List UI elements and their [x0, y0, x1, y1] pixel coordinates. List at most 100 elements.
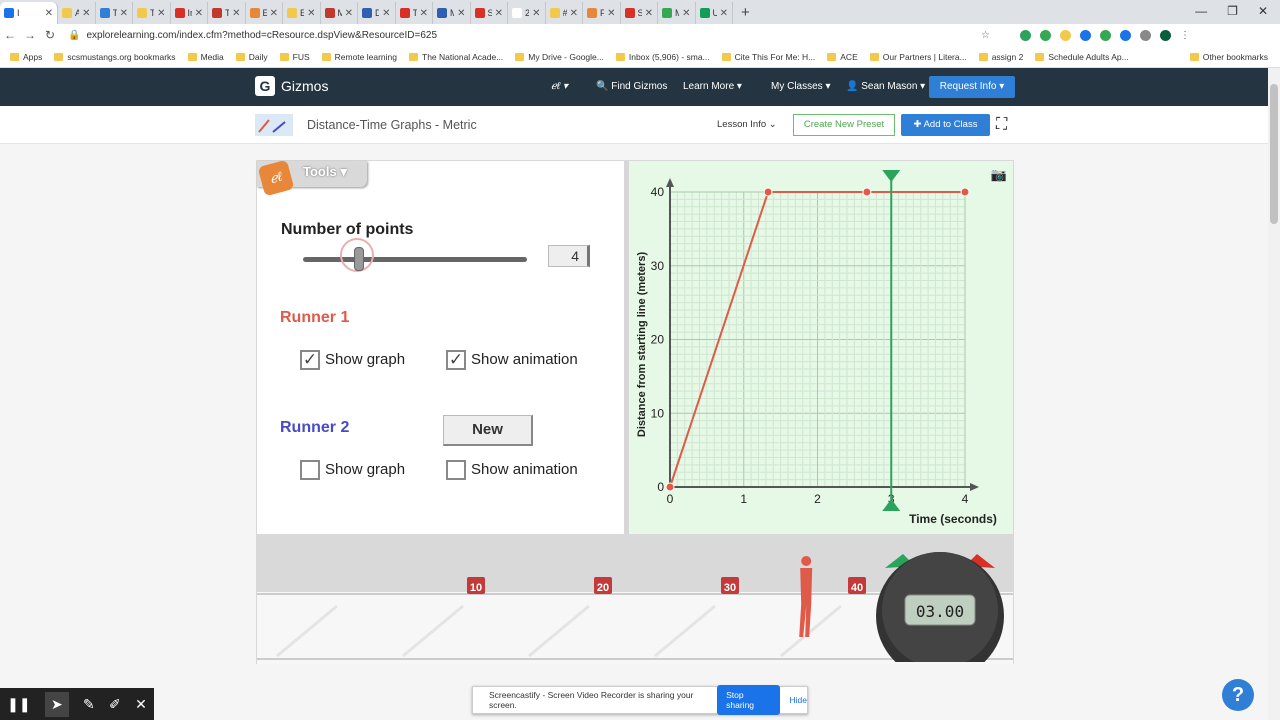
- tab-close-icon[interactable]: ✕: [720, 8, 728, 19]
- extension-icon[interactable]: [1040, 29, 1051, 41]
- runner2-new-button[interactable]: New: [443, 415, 533, 446]
- bookmark-item[interactable]: Remote learning: [321, 52, 397, 62]
- tab-close-icon[interactable]: ✕: [570, 8, 578, 19]
- bookmark-item[interactable]: Cite This For Me: H...: [721, 52, 815, 62]
- help-icon[interactable]: ?: [1222, 679, 1254, 711]
- bookmark-item[interactable]: Apps: [10, 52, 42, 62]
- extension-icon[interactable]: [1120, 29, 1131, 41]
- profile-avatar[interactable]: [1160, 29, 1171, 41]
- browser-tab[interactable]: Don✕: [358, 2, 396, 24]
- browser-tab[interactable]: TRA✕: [396, 2, 433, 24]
- cursor-icon[interactable]: ➤: [44, 691, 69, 717]
- browser-tab[interactable]: Inbo✕: [171, 2, 208, 24]
- distance-time-graph[interactable]: 01234010203040Time (seconds)Distance fro…: [629, 161, 1013, 534]
- number-of-points-slider-thumb[interactable]: [354, 247, 364, 271]
- add-to-class-button[interactable]: ✚ Add to Class: [901, 114, 990, 136]
- runner2-show-graph-checkbox[interactable]: [300, 460, 320, 480]
- hide-button[interactable]: Hide: [790, 695, 807, 705]
- restore-icon[interactable]: ❐: [1227, 4, 1238, 18]
- browser-tab[interactable]: Teac✕: [208, 2, 246, 24]
- user-menu[interactable]: 👤 Sean Mason ▾: [846, 81, 925, 92]
- browser-tab[interactable]: Topi✕: [133, 2, 171, 24]
- tab-close-icon[interactable]: ✕: [682, 8, 690, 19]
- extension-icon[interactable]: [1080, 29, 1091, 41]
- bookmark-item[interactable]: My Drive - Google...: [515, 52, 604, 62]
- request-info-button[interactable]: Request Info ▾: [929, 76, 1015, 98]
- minimize-icon[interactable]: —: [1195, 4, 1207, 18]
- bookmark-item[interactable]: Media: [187, 52, 224, 62]
- time-marker-top-handle[interactable]: [882, 170, 901, 182]
- stop-sharing-button[interactable]: Stop sharing: [717, 685, 780, 715]
- browser-tab[interactable]: 2015✕: [508, 2, 546, 24]
- browser-tab[interactable]: Mea✕: [433, 2, 471, 24]
- bookmark-item[interactable]: Inbox (5,906) - sma...: [615, 52, 710, 62]
- browser-tab[interactable]: Micr✕: [321, 2, 358, 24]
- extension-icon[interactable]: [1060, 29, 1071, 41]
- pause-icon[interactable]: ❚❚: [7, 696, 30, 713]
- tab-close-icon[interactable]: ✕: [270, 8, 278, 19]
- browser-tab[interactable]: Untit✕: [696, 2, 733, 24]
- page-scrollbar[interactable]: [1268, 68, 1280, 720]
- camera-icon[interactable]: 📷: [991, 167, 1007, 182]
- browser-tab[interactable]: I ✕: [0, 2, 58, 24]
- bookmark-item[interactable]: Daily: [235, 52, 268, 62]
- my-classes-menu[interactable]: My Classes ▾: [771, 81, 831, 92]
- tab-close-icon[interactable]: ✕: [307, 8, 315, 19]
- runner1-show-animation-checkbox[interactable]: ✓: [446, 350, 466, 370]
- back-icon[interactable]: ←: [0, 28, 20, 42]
- learn-more-menu[interactable]: Learn More ▾: [683, 81, 742, 92]
- browser-tab[interactable]: Scie✕: [621, 2, 658, 24]
- tab-close-icon[interactable]: ✕: [645, 8, 653, 19]
- time-marker-bottom-handle[interactable]: [882, 499, 901, 511]
- new-tab-icon[interactable]: +: [733, 4, 758, 21]
- number-of-points-value[interactable]: 4: [548, 245, 590, 267]
- bookmark-item[interactable]: The National Acade...: [409, 52, 503, 62]
- el-menu-icon[interactable]: ℯℓ ▾: [551, 81, 568, 92]
- runner1-data-point[interactable]: [763, 187, 773, 197]
- tab-close-icon[interactable]: ✕: [382, 8, 390, 19]
- scrollbar-thumb[interactable]: [1270, 84, 1278, 224]
- runner1-data-point[interactable]: [665, 482, 675, 492]
- runner1-show-graph-checkbox[interactable]: ✓: [300, 350, 320, 370]
- tab-close-icon[interactable]: ✕: [120, 8, 128, 19]
- bookmark-item[interactable]: assign 2: [978, 52, 1023, 62]
- tab-close-icon[interactable]: ✕: [82, 8, 90, 19]
- menu-icon[interactable]: ⋮: [1180, 30, 1190, 41]
- bookmark-item[interactable]: scsmustangs.org bookmarks: [54, 52, 176, 62]
- forward-icon[interactable]: →: [20, 28, 40, 42]
- tab-close-icon[interactable]: ✕: [607, 8, 615, 19]
- tab-close-icon[interactable]: ✕: [532, 8, 540, 19]
- browser-tab[interactable]: TRA✕: [96, 2, 133, 24]
- gizmos-logo[interactable]: G Gizmos: [255, 76, 328, 96]
- extension-icon[interactable]: [1140, 29, 1151, 41]
- close-toolbar-icon[interactable]: ✕: [135, 696, 147, 713]
- close-window-icon[interactable]: ✕: [1258, 4, 1268, 18]
- extension-icon[interactable]: [1100, 29, 1111, 41]
- pen-icon[interactable]: ✎: [83, 696, 95, 713]
- url-field[interactable]: 🔒 explorelearning.com/index.cfm?method=c…: [60, 26, 990, 44]
- browser-tab[interactable]: My I✕: [658, 2, 696, 24]
- star-icon[interactable]: ☆: [981, 30, 990, 41]
- tools-menu[interactable]: ℯℓ Tools ▾: [257, 159, 367, 197]
- tab-close-icon[interactable]: ✕: [495, 8, 503, 19]
- browser-tab[interactable]: #Sci✕: [546, 2, 583, 24]
- browser-tab[interactable]: Phys✕: [583, 2, 621, 24]
- create-preset-button[interactable]: Create New Preset: [793, 114, 895, 136]
- number-of-points-slider[interactable]: [303, 257, 527, 262]
- bookmark-item[interactable]: FUS: [279, 52, 310, 62]
- tab-close-icon[interactable]: ✕: [232, 8, 240, 19]
- bookmark-item[interactable]: Schedule Adults Ap...: [1035, 52, 1129, 62]
- browser-tab[interactable]: Son✕: [471, 2, 508, 24]
- highlighter-icon[interactable]: ✐: [109, 696, 121, 713]
- tab-close-icon[interactable]: ✕: [420, 8, 428, 19]
- find-gizmos-link[interactable]: 🔍 Find Gizmos: [596, 81, 667, 92]
- lesson-info-menu[interactable]: Lesson Info ⌄: [717, 119, 777, 130]
- bookmark-item[interactable]: ACE: [827, 52, 858, 62]
- bookmark-item[interactable]: Our Partners | Litera...: [869, 52, 967, 62]
- tab-close-icon[interactable]: ✕: [457, 8, 465, 19]
- browser-tab[interactable]: ACE✕: [58, 2, 96, 24]
- other-bookmarks[interactable]: Other bookmarks: [1189, 52, 1268, 62]
- tab-close-icon[interactable]: ✕: [345, 8, 353, 19]
- runner1-data-point[interactable]: [960, 187, 970, 197]
- extension-icon[interactable]: [1020, 29, 1031, 41]
